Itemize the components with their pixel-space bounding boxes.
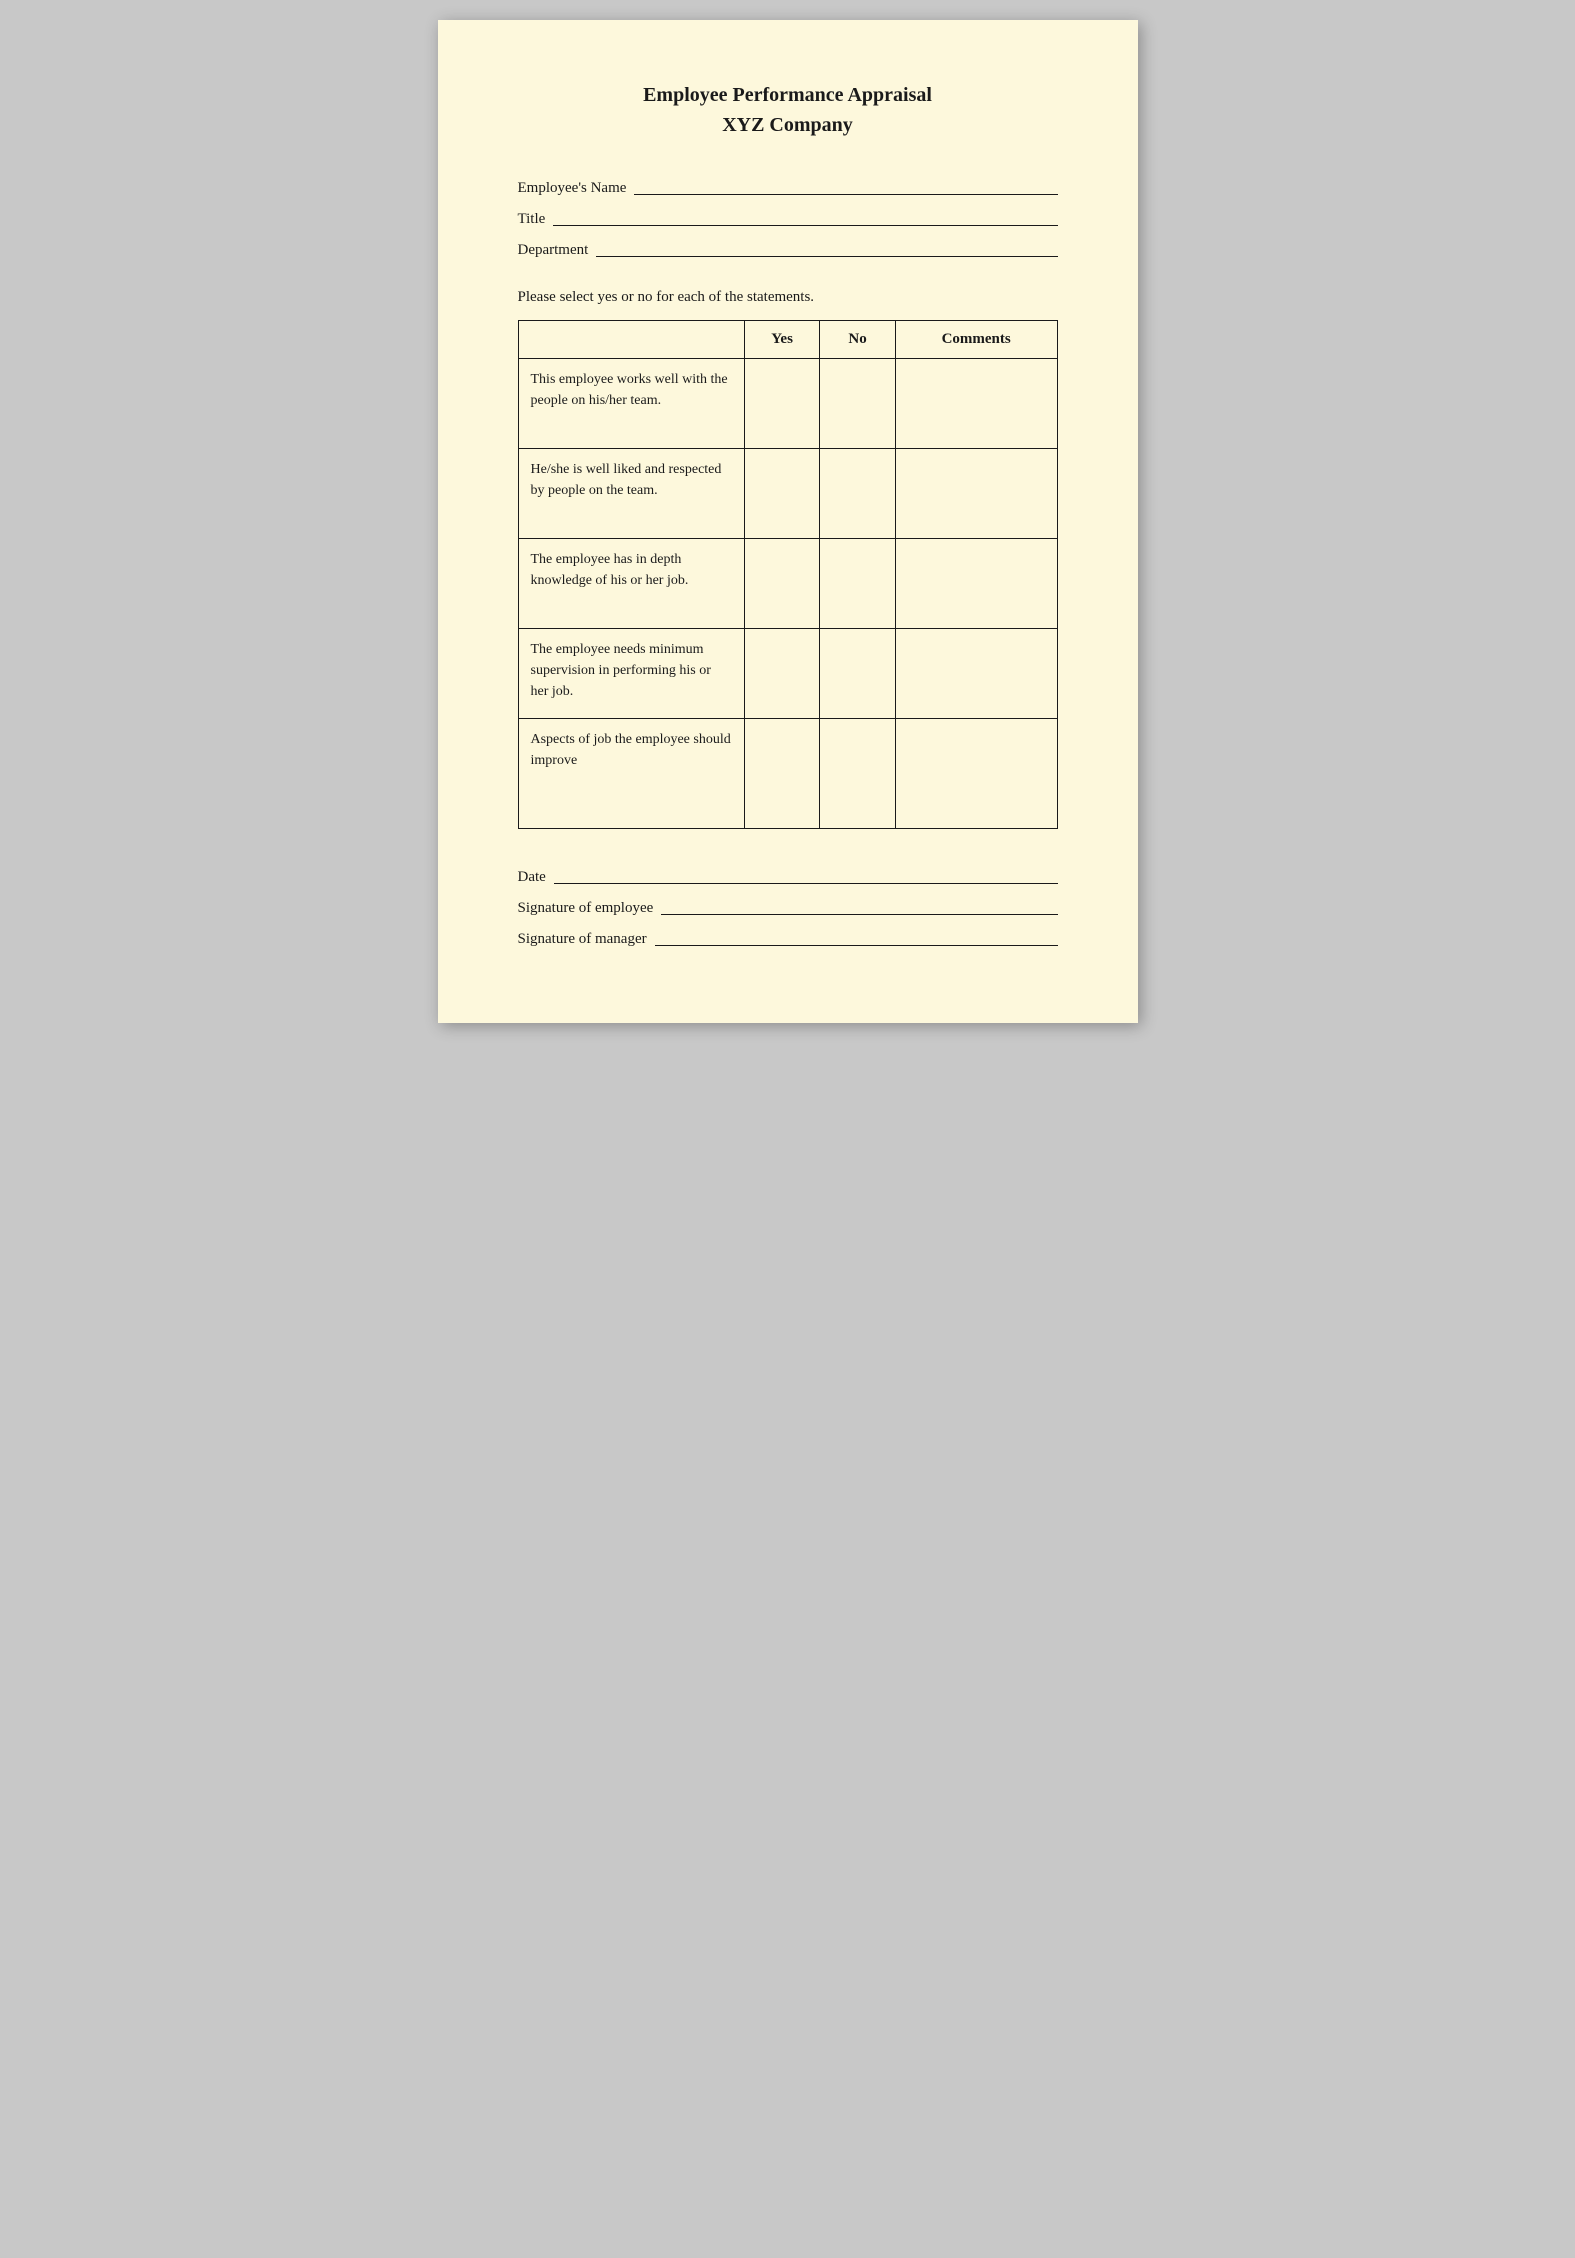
manager-signature-underline [655,945,1058,946]
employee-signature-underline [661,914,1057,915]
col-header-no: No [820,321,895,359]
statement-1: This employee works well with the people… [518,359,744,449]
yes-cell-1[interactable] [744,359,819,449]
department-label: Department [518,242,589,259]
header: Employee Performance Appraisal XYZ Compa… [518,80,1058,140]
comments-cell-4[interactable] [895,629,1057,719]
appraisal-table: Yes No Comments This employee works well… [518,320,1058,829]
employee-signature-label: Signature of employee [518,900,654,917]
date-underline [554,883,1058,884]
yes-cell-3[interactable] [744,539,819,629]
table-row: This employee works well with the people… [518,359,1057,449]
statement-5: Aspects of job the employee should impro… [518,719,744,829]
department-field: Department [518,242,1058,259]
col-header-comments: Comments [895,321,1057,359]
no-cell-1[interactable] [820,359,895,449]
comments-cell-3[interactable] [895,539,1057,629]
statement-4: The employee needs minimum supervision i… [518,629,744,719]
header-line1: Employee Performance Appraisal [643,84,932,106]
employee-signature-field: Signature of employee [518,900,1058,917]
date-label: Date [518,869,546,886]
yes-cell-4[interactable] [744,629,819,719]
field-section: Employee's Name Title Department [518,180,1058,259]
comments-cell-5[interactable] [895,719,1057,829]
manager-signature-label: Signature of manager [518,931,647,948]
yes-cell-5[interactable] [744,719,819,829]
table-row: Aspects of job the employee should impro… [518,719,1057,829]
manager-signature-field: Signature of manager [518,931,1058,948]
col-header-yes: Yes [744,321,819,359]
date-field: Date [518,869,1058,886]
header-line2: XYZ Company [722,114,853,136]
header-title: Employee Performance Appraisal XYZ Compa… [518,80,1058,140]
employee-name-label: Employee's Name [518,180,627,197]
comments-cell-2[interactable] [895,449,1057,539]
statement-3: The employee has in depth knowledge of h… [518,539,744,629]
employee-name-field: Employee's Name [518,180,1058,197]
table-header-row: Yes No Comments [518,321,1057,359]
page: Employee Performance Appraisal XYZ Compa… [438,20,1138,1023]
no-cell-4[interactable] [820,629,895,719]
no-cell-2[interactable] [820,449,895,539]
signature-section: Date Signature of employee Signature of … [518,869,1058,948]
table-row: He/she is well liked and respected by pe… [518,449,1057,539]
no-cell-3[interactable] [820,539,895,629]
no-cell-5[interactable] [820,719,895,829]
comments-cell-1[interactable] [895,359,1057,449]
statement-2: He/she is well liked and respected by pe… [518,449,744,539]
col-header-statement [518,321,744,359]
yes-cell-2[interactable] [744,449,819,539]
table-row: The employee needs minimum supervision i… [518,629,1057,719]
department-underline [596,256,1057,257]
instruction-text: Please select yes or no for each of the … [518,289,1058,306]
employee-name-underline [634,194,1057,195]
title-field: Title [518,211,1058,228]
title-label: Title [518,211,546,228]
title-underline [553,225,1057,226]
table-row: The employee has in depth knowledge of h… [518,539,1057,629]
